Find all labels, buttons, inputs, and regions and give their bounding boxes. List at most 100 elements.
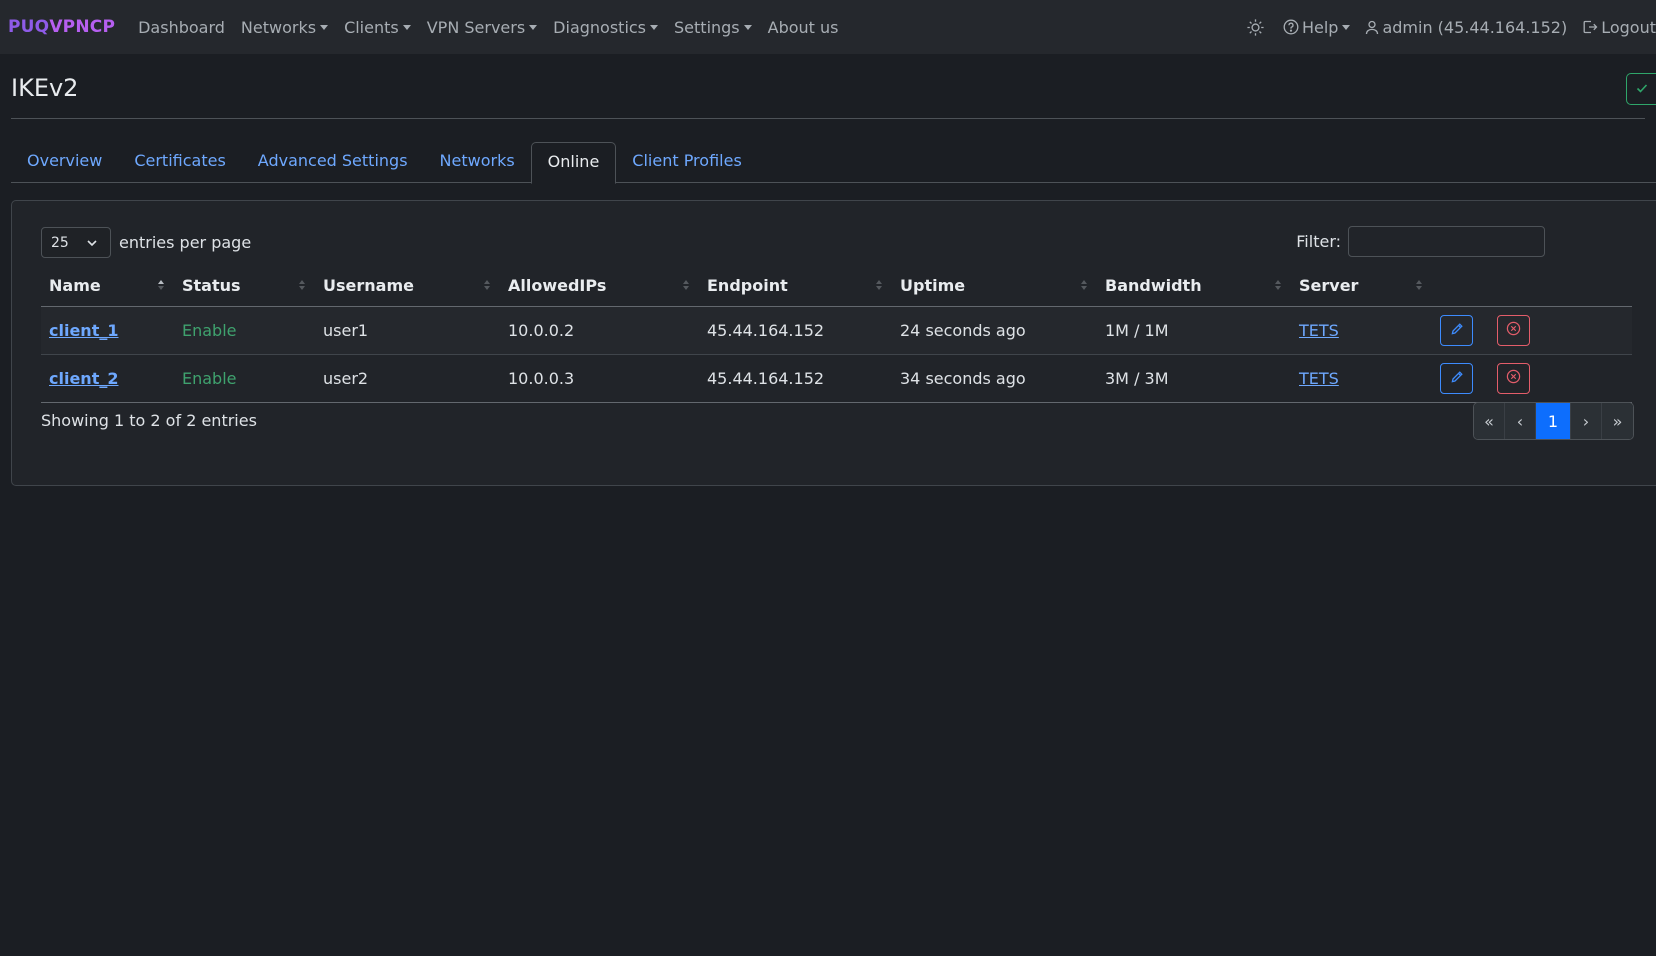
tab-advanced-settings[interactable]: Advanced Settings [242,142,424,183]
sun-icon [1246,18,1265,37]
nav-diagnostics-label: Diagnostics [553,17,647,37]
logout-link[interactable]: Logout [1582,18,1656,37]
sort-asc-icon [158,280,164,290]
column-header-status[interactable]: Status [174,266,315,307]
cell-delete [1489,354,1546,403]
nav-networks-label: Networks [240,17,317,37]
nav-vpn-servers[interactable]: VPN Servers [426,17,538,37]
nav-settings[interactable]: Settings [674,18,752,37]
help-menu[interactable]: Help [1283,17,1351,37]
delete-button[interactable] [1497,362,1530,394]
cell-delete [1489,306,1546,355]
column-server-label: Server [1299,276,1359,296]
column-header-name[interactable]: Name [41,266,174,307]
theme-toggle[interactable] [1246,18,1268,37]
status-check-button[interactable] [1626,73,1656,105]
brand-logo[interactable]: PUQVPNCP [8,17,115,37]
page-header: IKEv2 [11,54,1656,119]
sort-icon [1081,280,1087,290]
caret-down-icon [529,24,538,30]
cell-status: Enable [174,354,315,403]
logout-label: Logout [1601,17,1656,37]
x-circle-icon [1506,369,1521,388]
cell-server: TETS [1291,354,1432,403]
cell-server: TETS [1291,306,1432,355]
chevron-down-icon [86,237,98,253]
pencil-icon [1450,321,1464,340]
sort-icon [484,280,490,290]
cell-uptime: 24 seconds ago [892,306,1097,355]
delete-button[interactable] [1497,314,1530,346]
tab-client-profiles[interactable]: Client Profiles [616,142,758,183]
cell-edit [1432,306,1489,355]
logout-icon [1582,19,1598,35]
tab-networks[interactable]: Networks [424,142,531,183]
client-link[interactable]: client_2 [49,369,118,388]
client-link[interactable]: client_1 [49,321,118,340]
help-label: Help [1301,17,1339,37]
pager-prev-button[interactable]: ‹ [1505,403,1536,439]
table-info: Showing 1 to 2 of 2 entries [41,411,257,430]
tab-overview[interactable]: Overview [11,142,118,183]
nav-vpn-servers-label: VPN Servers [426,17,526,37]
nav-clients[interactable]: Clients [344,18,411,37]
tab-certificates[interactable]: Certificates [118,142,241,183]
column-header-bandwidth[interactable]: Bandwidth [1097,266,1291,307]
server-link[interactable]: TETS [1299,321,1339,340]
nav-networks[interactable]: Networks [240,17,329,37]
cell-name: client_1 [41,306,174,355]
column-header-server[interactable]: Server [1291,266,1432,307]
page-title: IKEv2 [11,74,79,102]
column-allowedips-label: AllowedIPs [508,276,607,296]
cell-username: user2 [315,354,500,403]
cell-edit [1432,354,1489,403]
edit-button[interactable] [1440,362,1473,394]
filter-control: Filter: [1296,226,1545,257]
column-header-edit [1432,266,1489,307]
user-menu[interactable]: admin (45.44.164.152) [1365,18,1567,37]
online-clients-card: 25 entries per page Filter: Name Status … [11,200,1656,486]
status-text: Enable [182,368,237,388]
pager-next-button[interactable]: › [1571,403,1602,439]
entries-per-page-select[interactable]: 25 [41,227,111,258]
server-link[interactable]: TETS [1299,369,1339,388]
column-username-label: Username [323,276,414,296]
pencil-icon [1450,369,1464,388]
nav-clients-label: Clients [344,17,399,37]
column-header-uptime[interactable]: Uptime [892,266,1097,307]
cell-username: user1 [315,306,500,355]
column-header-allowedips[interactable]: AllowedIPs [500,266,699,307]
tab-online[interactable]: Online [530,142,617,184]
pager-last-button[interactable]: » [1602,403,1633,439]
filter-input[interactable] [1348,226,1545,257]
brand-part1: PUQ [8,17,50,37]
cell-bandwidth: 3M / 3M [1097,354,1291,403]
nav-dashboard[interactable]: Dashboard [138,18,225,37]
column-bandwidth-label: Bandwidth [1105,276,1202,296]
edit-button[interactable] [1440,314,1473,346]
cell-name: client_2 [41,354,174,403]
column-status-label: Status [182,276,241,296]
pager-first-button[interactable]: « [1474,403,1505,439]
top-navbar: PUQVPNCP Dashboard Networks Clients VPN … [0,0,1656,54]
nav-right: Help admin (45.44.164.152) Logout [1246,0,1656,54]
column-header-delete [1489,266,1546,307]
cell-uptime: 34 seconds ago [892,354,1097,403]
person-icon [1365,20,1379,35]
cell-spacer [1546,354,1632,403]
cell-endpoint: 45.44.164.152 [699,306,892,355]
pager-page-1[interactable]: 1 [1536,403,1571,439]
column-header-endpoint[interactable]: Endpoint [699,266,892,307]
nav-about-us[interactable]: About us [768,18,839,37]
cell-bandwidth: 1M / 1M [1097,306,1291,355]
nav-diagnostics[interactable]: Diagnostics [553,17,659,37]
online-clients-table: Name Status Username AllowedIPs Endpoint… [41,266,1632,403]
caret-down-icon [1342,24,1351,30]
cell-allowedips: 10.0.0.2 [500,306,699,355]
entries-per-page-control: 25 entries per page [41,227,251,258]
table-row: client_2 Enable user2 10.0.0.3 45.44.164… [41,354,1632,403]
sort-icon [299,280,305,290]
pagination: « ‹ 1 › » [1473,402,1634,440]
cell-spacer [1546,306,1632,355]
column-header-username[interactable]: Username [315,266,500,307]
